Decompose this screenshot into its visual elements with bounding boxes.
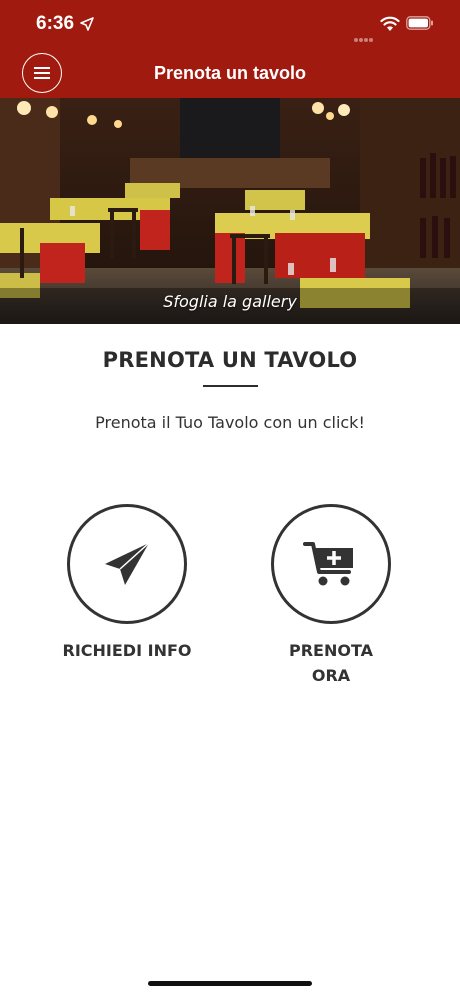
- request-info-circle[interactable]: [67, 504, 187, 624]
- section-title: PRENOTA UN TAVOLO: [102, 348, 358, 372]
- book-now-button[interactable]: PRENOTA ORA: [261, 504, 401, 688]
- gallery-link[interactable]: Sfoglia la gallery: [0, 292, 460, 311]
- restaurant-interior-image: [0, 98, 460, 324]
- wifi-icon: [380, 16, 400, 31]
- home-indicator[interactable]: [148, 981, 312, 986]
- request-info-label: RICHIEDI INFO: [62, 641, 192, 660]
- book-now-circle[interactable]: [271, 504, 391, 624]
- request-info-button[interactable]: RICHIEDI INFO: [57, 504, 197, 663]
- page-title: Prenota un tavolo: [153, 63, 306, 83]
- book-now-label: PRENOTA ORA: [288, 641, 374, 685]
- location-arrow-icon: [80, 17, 94, 31]
- restaurant-gallery-banner[interactable]: [0, 98, 460, 324]
- status-time: 6:36: [36, 13, 75, 34]
- title-divider: [203, 385, 258, 387]
- paper-plane-icon: [105, 542, 150, 585]
- signal-icon: [354, 27, 374, 46]
- battery-icon: [406, 16, 433, 30]
- app-header: 6:36 Prenota un tavolo: [0, 0, 460, 98]
- section-subtitle: Prenota il Tuo Tavolo con un click!: [95, 413, 365, 432]
- cart-add-icon: [303, 542, 353, 586]
